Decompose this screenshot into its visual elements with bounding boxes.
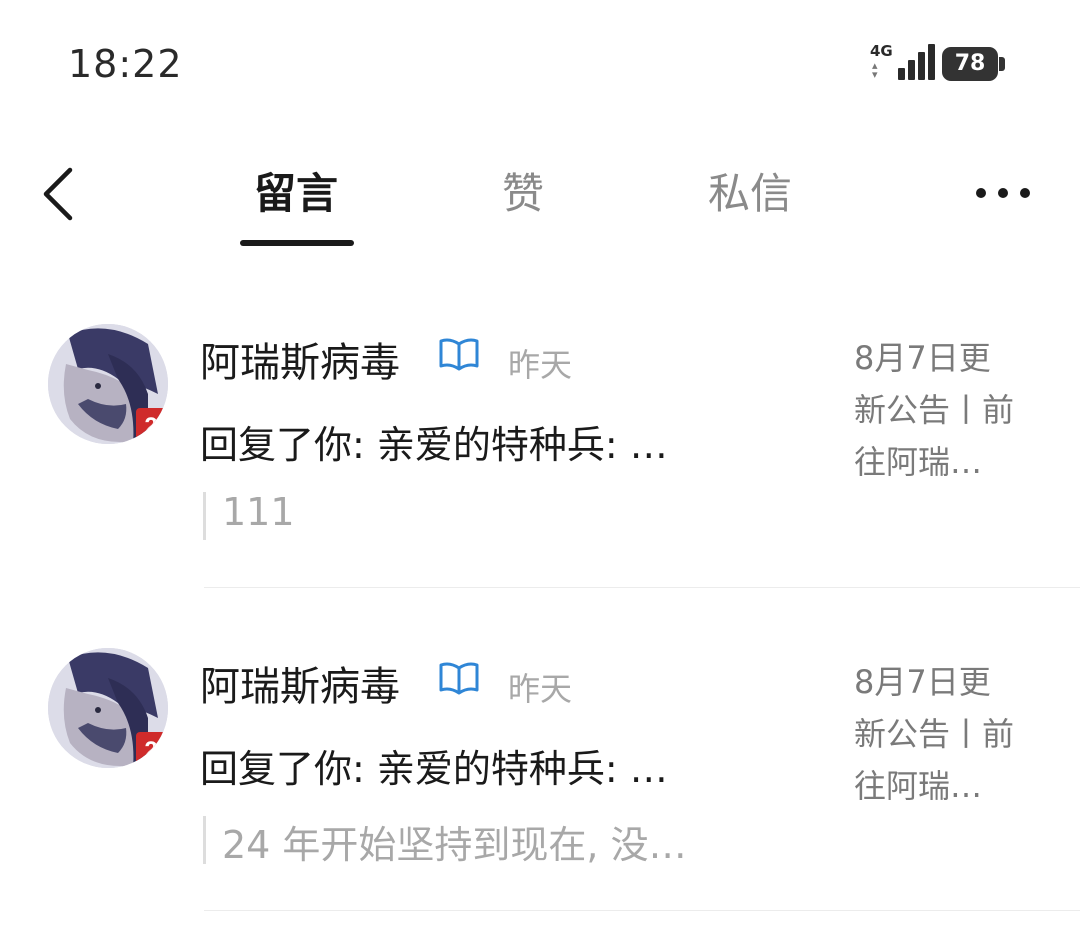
reply-text[interactable]: 回复了你: 亲爱的特种兵: … bbox=[200, 738, 668, 793]
reply-text[interactable]: 回复了你: 亲爱的特种兵: … bbox=[200, 414, 668, 469]
book-verified-icon bbox=[438, 336, 480, 372]
status-time: 18:22 bbox=[68, 42, 183, 86]
post-preview-line: 往阿瑞… bbox=[854, 443, 983, 481]
tab-messages[interactable]: 私信 bbox=[708, 168, 792, 228]
screen: 18:22 4G ▴ ▾ 78 留言 赞 私信 2 阿瑞斯病毒 昨天 回复了你:… bbox=[0, 0, 1080, 940]
battery-level: 78 bbox=[954, 51, 986, 76]
back-button[interactable] bbox=[36, 160, 86, 230]
avatar-portrait-icon: 2 bbox=[48, 648, 168, 768]
chevron-left-icon bbox=[43, 167, 73, 221]
post-preview[interactable]: 8月7日更 新公告丨前 往阿瑞… bbox=[854, 332, 1044, 488]
quote-bar bbox=[203, 816, 206, 864]
svg-text:2: 2 bbox=[144, 737, 157, 764]
message-item[interactable]: 2 阿瑞斯病毒 昨天 回复了你: 亲爱的特种兵: … 111 8月7日更 新公告… bbox=[0, 290, 1080, 614]
post-preview-line: 新公告丨前 bbox=[854, 391, 1015, 429]
status-bar: 18:22 4G ▴ ▾ 78 bbox=[0, 0, 1080, 130]
book-verified-icon bbox=[438, 660, 480, 696]
avatar[interactable]: 2 bbox=[48, 324, 168, 444]
post-preview-line: 新公告丨前 bbox=[854, 715, 1015, 753]
username[interactable]: 阿瑞斯病毒 bbox=[200, 654, 400, 712]
message-time: 昨天 bbox=[508, 346, 573, 384]
signal-bars-icon bbox=[884, 42, 935, 80]
post-preview-line: 往阿瑞… bbox=[854, 767, 983, 805]
post-preview[interactable]: 8月7日更 新公告丨前 往阿瑞… bbox=[854, 656, 1044, 812]
signal-icon: 4G ▴ ▾ bbox=[870, 42, 935, 82]
divider bbox=[204, 587, 1080, 588]
message-time: 昨天 bbox=[508, 670, 573, 708]
avatar-portrait-icon: 2 bbox=[48, 324, 168, 444]
more-button[interactable] bbox=[968, 174, 1038, 214]
tab-comments[interactable]: 留言 bbox=[254, 168, 338, 228]
message-item[interactable]: 2 阿瑞斯病毒 昨天 回复了你: 亲爱的特种兵: … 24 年开始坚持到现在, … bbox=[0, 614, 1080, 938]
divider bbox=[204, 910, 1080, 911]
quoted-comment: 111 bbox=[222, 490, 295, 534]
svg-text:2: 2 bbox=[144, 413, 157, 440]
post-preview-line: 8月7日更 bbox=[854, 339, 991, 377]
tab-likes[interactable]: 赞 bbox=[502, 168, 544, 228]
username[interactable]: 阿瑞斯病毒 bbox=[200, 330, 400, 388]
avatar[interactable]: 2 bbox=[48, 648, 168, 768]
quote-bar bbox=[203, 492, 206, 540]
battery-tip bbox=[999, 57, 1005, 71]
data-arrows-icon: ▴ ▾ bbox=[872, 59, 878, 81]
active-tab-indicator bbox=[240, 240, 354, 246]
quoted-comment: 24 年开始坚持到现在, 没… bbox=[222, 823, 687, 867]
post-preview-line: 8月7日更 bbox=[854, 663, 991, 701]
